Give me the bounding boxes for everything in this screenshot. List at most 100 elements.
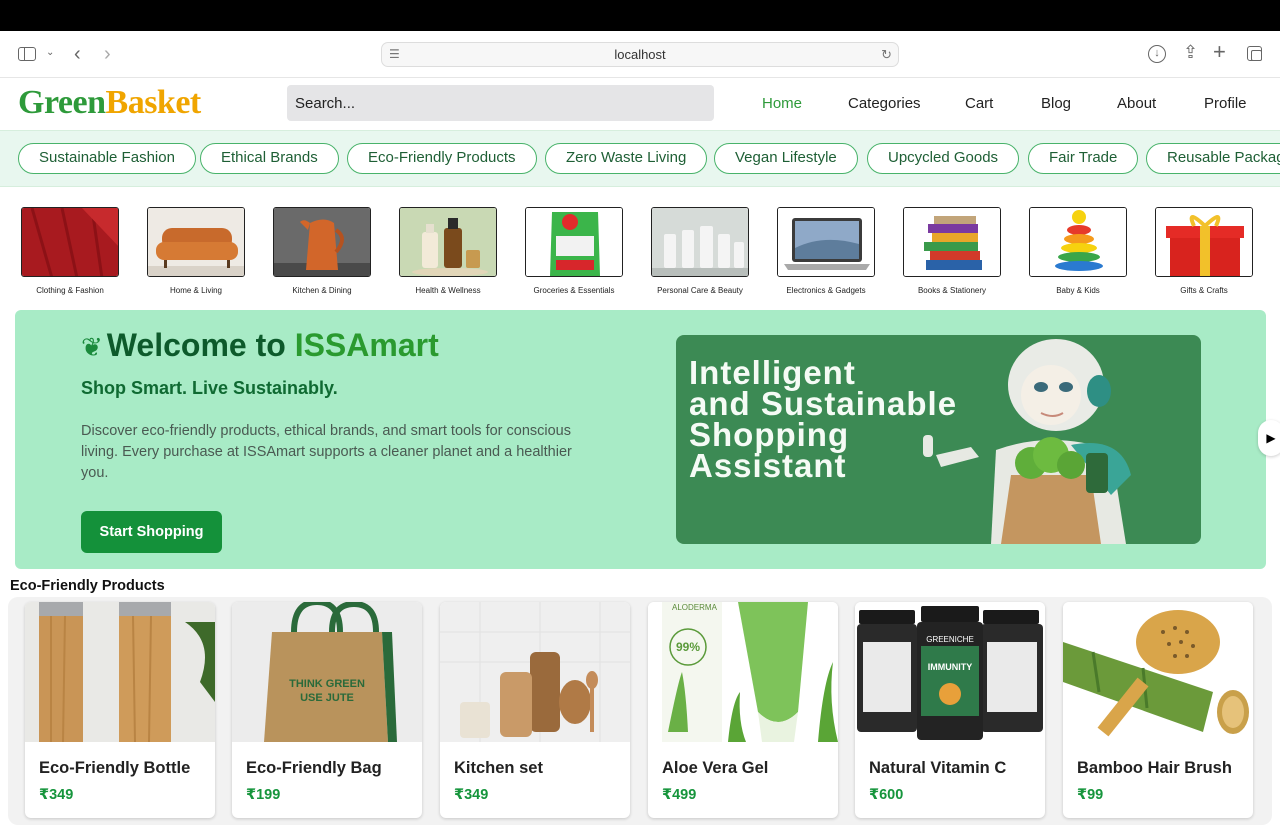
tag-chip-bar: Sustainable Fashion Ethical Brands Eco-F… xyxy=(0,130,1280,187)
browser-toolbar: ⌄ ‹ › ☰ localhost ↻ ↓ ⇪ + xyxy=(0,31,1280,78)
product-price: ₹199 xyxy=(246,787,281,803)
category-label: Groceries & Essentials xyxy=(533,286,615,295)
category-image xyxy=(1029,207,1127,277)
category-label: Electronics & Gadgets xyxy=(786,286,866,295)
site-header: GreenBasket Home Categories Cart Blog Ab… xyxy=(0,78,1280,130)
chip-zero-waste-living[interactable]: Zero Waste Living xyxy=(545,143,708,174)
chip-eco-friendly-products[interactable]: Eco-Friendly Products xyxy=(347,143,537,174)
product-name: Kitchen set xyxy=(454,759,543,777)
product-image: THINK GREEN USE JUTE xyxy=(232,602,422,742)
search-input[interactable] xyxy=(287,85,714,121)
logo[interactable]: GreenBasket xyxy=(18,84,201,122)
category-home[interactable]: Home & Living xyxy=(147,207,245,295)
product-image xyxy=(1063,602,1253,742)
chevron-down-icon[interactable]: ⌄ xyxy=(46,48,54,58)
category-label: Clothing & Fashion xyxy=(36,286,104,295)
category-image xyxy=(147,207,245,277)
category-image xyxy=(525,207,623,277)
category-image xyxy=(1155,207,1253,277)
sidebar-toggle-icon[interactable] xyxy=(18,47,36,61)
product-price: ₹349 xyxy=(39,787,74,803)
category-image xyxy=(651,207,749,277)
page-settings-icon[interactable]: ☰ xyxy=(389,43,400,66)
robot-illustration xyxy=(923,339,1131,544)
bag-print-text: THINK GREEN xyxy=(289,678,365,690)
category-label: Baby & Kids xyxy=(1056,286,1100,295)
vitc-brand-text: GREENICHE xyxy=(926,635,974,644)
product-card[interactable]: GREENICHE IMMUNITY Natural Vitamin C ₹600 xyxy=(855,602,1045,818)
assistant-banner-image: Intelligent and Sustainable Shopping Ass… xyxy=(676,335,1201,544)
product-grid: Eco-Friendly Bottle ₹349 THINK GREEN USE … xyxy=(8,597,1272,825)
hero-banner: ❦ Welcome to ISSAmart Shop Smart. Live Su… xyxy=(15,310,1266,569)
product-card[interactable]: ALODERMA 99% Aloe Vera Gel ₹499 xyxy=(648,602,838,818)
carousel-next-button[interactable]: ▶ xyxy=(1258,420,1280,456)
share-icon[interactable]: ⇪ xyxy=(1183,43,1198,61)
category-health[interactable]: Health & Wellness xyxy=(399,207,497,295)
forward-arrow-icon[interactable]: › xyxy=(104,44,111,64)
category-label: Personal Care & Beauty xyxy=(657,286,743,295)
product-name: Natural Vitamin C xyxy=(869,759,1007,777)
download-icon[interactable]: ↓ xyxy=(1148,45,1166,63)
category-label: Kitchen & Dining xyxy=(292,286,352,295)
category-label: Home & Living xyxy=(169,286,223,295)
section-title: Eco-Friendly Products xyxy=(10,578,165,594)
back-arrow-icon[interactable]: ‹ xyxy=(74,44,81,64)
nav-blog[interactable]: Blog xyxy=(1041,95,1071,112)
product-card[interactable]: THINK GREEN USE JUTE Eco-Friendly Bag ₹19… xyxy=(232,602,422,818)
logo-gold-text: Basket xyxy=(105,84,202,121)
category-image xyxy=(399,207,497,277)
category-label: Health & Wellness xyxy=(415,286,481,295)
hero-subtitle: Shop Smart. Live Sustainably. xyxy=(81,378,338,398)
product-price: ₹99 xyxy=(1077,787,1104,803)
product-name: Bamboo Hair Brush xyxy=(1077,759,1232,777)
category-groceries[interactable]: Groceries & Essentials xyxy=(525,207,623,295)
hero-description: Discover eco-friendly products, ethical … xyxy=(81,423,572,481)
category-image xyxy=(903,207,1001,277)
category-kitchen[interactable]: Kitchen & Dining xyxy=(273,207,371,295)
bag-print-text: USE JUTE xyxy=(300,692,354,704)
product-card[interactable]: Eco-Friendly Bottle ₹349 xyxy=(25,602,215,818)
start-shopping-button[interactable]: Start Shopping xyxy=(81,511,222,553)
product-name: Eco-Friendly Bag xyxy=(246,759,382,777)
product-price: ₹349 xyxy=(454,787,489,803)
product-image: GREENICHE IMMUNITY xyxy=(855,602,1045,742)
reload-icon[interactable]: ↻ xyxy=(881,43,892,66)
category-books[interactable]: Books & Stationery xyxy=(903,207,1001,295)
aloe-brand-text: ALODERMA xyxy=(672,603,718,612)
aloe-percent-text: 99% xyxy=(676,640,700,654)
nav-profile[interactable]: Profile xyxy=(1204,95,1247,112)
product-card[interactable]: Bamboo Hair Brush ₹99 xyxy=(1063,602,1253,818)
product-name: Aloe Vera Gel xyxy=(662,759,769,777)
chip-ethical-brands[interactable]: Ethical Brands xyxy=(200,143,339,174)
category-label: Books & Stationery xyxy=(917,286,987,295)
category-label: Gifts & Crafts xyxy=(1180,286,1228,295)
chip-fair-trade[interactable]: Fair Trade xyxy=(1028,143,1139,174)
chip-vegan-lifestyle[interactable]: Vegan Lifestyle xyxy=(714,143,858,174)
category-baby[interactable]: Baby & Kids xyxy=(1029,207,1127,295)
product-image: ALODERMA 99% xyxy=(648,602,838,742)
nav-home[interactable]: Home xyxy=(762,95,802,112)
category-gifts[interactable]: Gifts & Crafts xyxy=(1155,207,1253,295)
new-tab-icon[interactable]: + xyxy=(1213,41,1226,63)
tab-overview-icon[interactable] xyxy=(1247,46,1262,61)
product-image xyxy=(440,602,630,742)
product-card[interactable]: Kitchen set ₹349 xyxy=(440,602,630,818)
address-bar[interactable]: ☰ localhost ↻ xyxy=(381,42,899,67)
product-price: ₹499 xyxy=(662,787,697,803)
vitc-label-text: IMMUNITY xyxy=(928,662,973,672)
nav-cart[interactable]: Cart xyxy=(965,95,993,112)
category-strip: Clothing & Fashion Home & Living Kitchen… xyxy=(0,187,1280,310)
url-text: localhost xyxy=(614,47,666,62)
chip-reusable-packaging[interactable]: Reusable Packagi xyxy=(1146,143,1280,174)
category-personal-care[interactable]: Personal Care & Beauty xyxy=(651,207,749,295)
chip-upcycled-goods[interactable]: Upcycled Goods xyxy=(867,143,1020,174)
chip-sustainable-fashion[interactable]: Sustainable Fashion xyxy=(18,143,196,174)
category-electronics[interactable]: Electronics & Gadgets xyxy=(777,207,875,295)
nav-about[interactable]: About xyxy=(1117,95,1156,112)
category-image xyxy=(21,207,119,277)
nav-categories[interactable]: Categories xyxy=(848,95,921,112)
category-image xyxy=(273,207,371,277)
product-price: ₹600 xyxy=(869,787,904,803)
hero-title-brand: ISSAmart xyxy=(294,327,439,363)
category-clothing[interactable]: Clothing & Fashion xyxy=(21,207,119,295)
